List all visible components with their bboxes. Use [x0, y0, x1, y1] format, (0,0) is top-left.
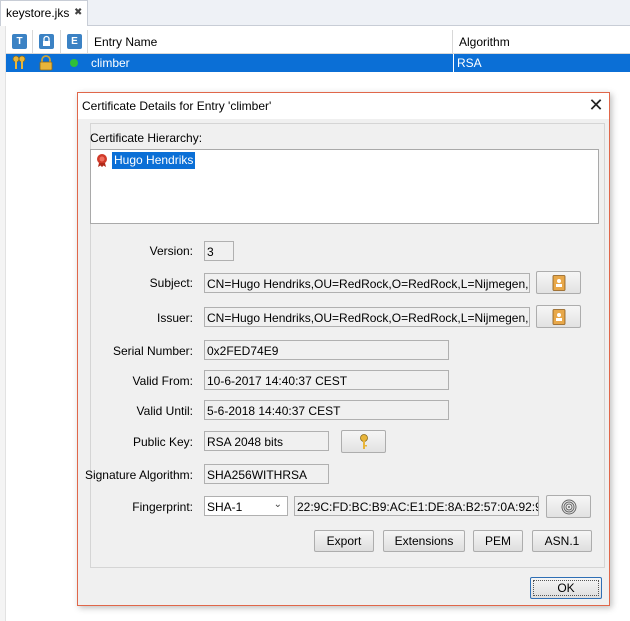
hierarchy-label: Certificate Hierarchy:: [90, 131, 203, 145]
asn1-button[interactable]: ASN.1: [532, 530, 592, 552]
version-field[interactable]: 3: [204, 241, 234, 261]
keystore-table-header: T E Entry Name Algorithm: [6, 30, 630, 54]
pem-button[interactable]: PEM: [473, 530, 523, 552]
fingerprint-field[interactable]: 22:9C:FD:BC:B9:AC:E1:DE:8A:B2:57:0A:92:9…: [294, 496, 539, 516]
fingerprint-icon: [561, 499, 576, 515]
issuer-details-button[interactable]: [536, 305, 581, 328]
editor-tab-bar: keystore.jks ✖: [0, 0, 630, 26]
column-type[interactable]: T: [6, 30, 33, 54]
lock-column-icon: [39, 34, 54, 49]
column-lock[interactable]: [33, 30, 61, 54]
signature-algorithm-field[interactable]: SHA256WITHRSA: [204, 464, 329, 484]
fingerprint-copy-button[interactable]: [546, 495, 591, 518]
issuer-field[interactable]: CN=Hugo Hendriks,OU=RedRock,O=RedRock,L=…: [204, 307, 530, 327]
locked-icon: [39, 55, 53, 71]
certificate-details-dialog: Certificate Details for Entry 'climber' …: [77, 92, 610, 606]
extensions-button[interactable]: Extensions: [383, 530, 465, 552]
ok-focus-ring: [533, 580, 599, 596]
column-entry-name[interactable]: Entry Name: [88, 30, 453, 54]
valid-status-icon: [70, 59, 78, 67]
key-icon: [359, 434, 368, 449]
type-column-icon: T: [12, 34, 27, 49]
serial-number-label: Serial Number:: [112, 344, 193, 358]
public-key-field[interactable]: RSA 2048 bits: [204, 431, 329, 451]
chevron-down-icon: ⌄: [273, 499, 282, 510]
version-label: Version:: [149, 244, 193, 258]
tab-keystore[interactable]: keystore.jks ✖: [0, 0, 88, 26]
subject-details-button[interactable]: [536, 271, 581, 294]
address-book-icon: [552, 275, 565, 291]
column-algorithm[interactable]: Algorithm: [453, 30, 630, 54]
row-entry-name: climber: [91, 56, 130, 70]
valid-until-label: Valid Until:: [136, 404, 193, 418]
issuer-label: Issuer:: [156, 311, 193, 325]
dialog-titlebar: Certificate Details for Entry 'climber' …: [78, 93, 609, 119]
fingerprint-algorithm-select[interactable]: SHA-1 ⌄: [204, 496, 288, 516]
ok-button[interactable]: OK: [530, 577, 602, 599]
dialog-title: Certificate Details for Entry 'climber': [82, 99, 272, 113]
tab-label: keystore.jks: [6, 6, 70, 20]
expiry-column-icon: E: [67, 34, 82, 49]
subject-field[interactable]: CN=Hugo Hendriks,OU=RedRock,O=RedRock,L=…: [204, 273, 530, 293]
dialog-close-icon[interactable]: ✕: [584, 94, 608, 116]
row-algorithm: RSA: [453, 54, 630, 72]
table-row[interactable]: climber RSA: [6, 54, 630, 72]
serial-number-field[interactable]: 0x2FED74E9: [204, 340, 449, 360]
public-key-details-button[interactable]: [341, 430, 386, 453]
key-pair-icon: [12, 55, 26, 69]
valid-from-field[interactable]: 10-6-2017 14:40:37 CEST: [204, 370, 449, 390]
signature-algorithm-label: Signature Algorithm:: [84, 468, 193, 482]
subject-label: Subject:: [149, 276, 193, 290]
certificate-hierarchy-tree[interactable]: Hugo Hendriks: [90, 149, 599, 224]
valid-from-label: Valid From:: [132, 374, 193, 388]
hierarchy-item-label: Hugo Hendriks: [112, 152, 196, 169]
column-expiry[interactable]: E: [61, 30, 88, 54]
algorithm-header: Algorithm: [459, 35, 510, 49]
entry-name-header: Entry Name: [94, 35, 158, 49]
export-button[interactable]: Export: [314, 530, 374, 552]
address-book-icon: [552, 309, 565, 325]
fingerprint-algorithm-value: SHA-1: [207, 500, 243, 514]
public-key-label: Public Key:: [132, 435, 193, 449]
valid-until-field[interactable]: 5-6-2018 14:40:37 CEST: [204, 400, 449, 420]
table-gutter: [0, 26, 6, 621]
fingerprint-label: Fingerprint:: [132, 500, 193, 514]
tab-close-icon[interactable]: ✖: [74, 7, 82, 18]
certificate-icon: [97, 154, 107, 167]
